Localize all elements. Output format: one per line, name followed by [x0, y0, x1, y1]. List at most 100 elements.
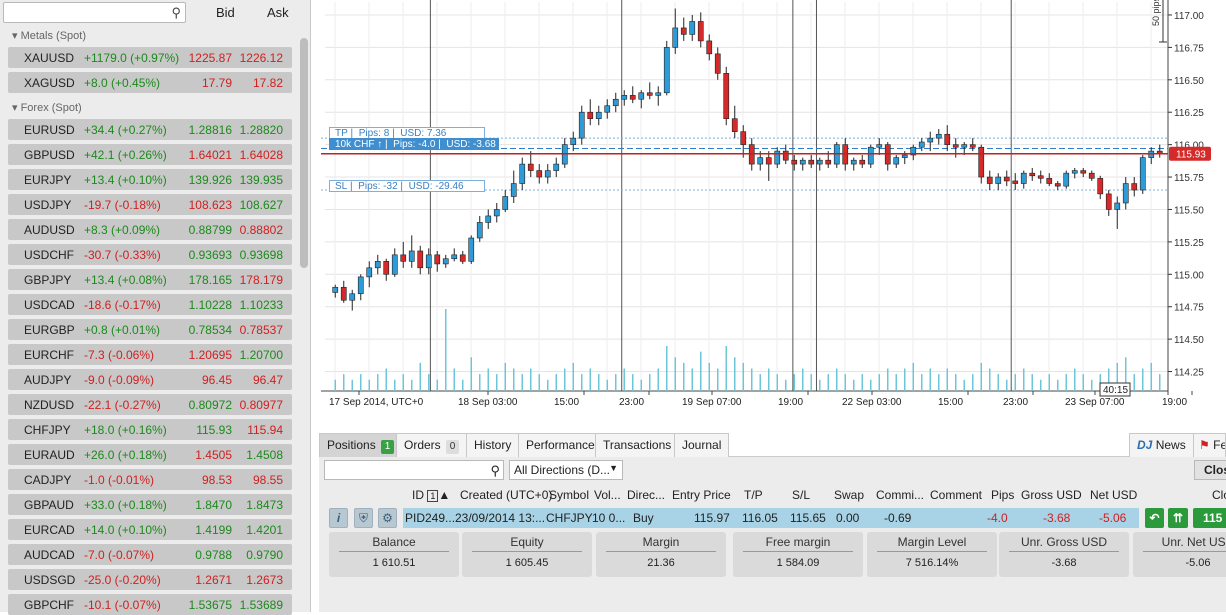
- instrument-ask[interactable]: 0.80977: [240, 398, 283, 412]
- instrument-row[interactable]: GBPJPY +13.4 (+0.08%) 178.165 178.179: [8, 269, 292, 290]
- instrument-ask[interactable]: 98.55: [253, 473, 283, 487]
- instrument-row[interactable]: EURGBP +0.8 (+0.01%) 0.78534 0.78537: [8, 319, 292, 340]
- instrument-row[interactable]: CADJPY -1.0 (-0.01%) 98.53 98.55: [8, 469, 292, 490]
- instrument-bid[interactable]: 98.53: [202, 473, 232, 487]
- instrument-bid[interactable]: 0.9788: [195, 548, 232, 562]
- instrument-bid[interactable]: 1.2671: [195, 573, 232, 587]
- tab-transactions[interactable]: Transactions: [595, 433, 680, 457]
- instrument-row[interactable]: AUDJPY -9.0 (-0.09%) 96.45 96.47: [8, 369, 292, 390]
- instrument-ask[interactable]: 1.2673: [246, 573, 283, 587]
- col-pips[interactable]: Pips: [991, 488, 1014, 502]
- instrument-bid[interactable]: 0.88799: [189, 223, 232, 237]
- col-symbol[interactable]: Symbol: [549, 488, 589, 502]
- tab-news[interactable]: DJ News: [1129, 433, 1194, 457]
- instrument-bid[interactable]: 1.53675: [189, 598, 232, 612]
- col-direction[interactable]: Direc...: [627, 488, 665, 502]
- modify-position-button[interactable]: ⇈: [1168, 508, 1188, 528]
- instrument-ask[interactable]: 108.627: [240, 198, 283, 212]
- instrument-bid[interactable]: 1.20695: [189, 348, 232, 362]
- group-header[interactable]: ▾ Metals (Spot): [12, 29, 86, 42]
- instrument-row[interactable]: EURUSD +34.4 (+0.27%) 1.28816 1.28820: [8, 119, 292, 140]
- instrument-bid[interactable]: 0.78534: [189, 323, 232, 337]
- instrument-bid[interactable]: 17.79: [202, 76, 232, 90]
- instrument-ask[interactable]: 1.8473: [246, 498, 283, 512]
- instrument-bid[interactable]: 139.926: [189, 173, 232, 187]
- instrument-bid[interactable]: 1225.87: [189, 51, 232, 65]
- instrument-bid[interactable]: 1.10228: [189, 298, 232, 312]
- col-entry-price[interactable]: Entry Price: [672, 488, 731, 502]
- scrollbar-thumb[interactable]: [300, 38, 308, 268]
- col-gross-usd[interactable]: Gross USD: [1021, 488, 1082, 502]
- instrument-ask[interactable]: 0.93698: [240, 248, 283, 262]
- col-volume[interactable]: Vol...: [594, 488, 621, 502]
- instrument-row[interactable]: CHFJPY +18.0 (+0.16%) 115.93 115.94: [8, 419, 292, 440]
- instrument-row[interactable]: GBPAUD +33.0 (+0.18%) 1.8470 1.8473: [8, 494, 292, 515]
- instrument-row[interactable]: USDSGD -25.0 (-0.20%) 1.2671 1.2673: [8, 569, 292, 590]
- close-position-button[interactable]: ↶: [1145, 508, 1164, 528]
- direction-filter-select[interactable]: All Directions (D... ▼: [509, 460, 623, 480]
- instrument-ask[interactable]: 1.10233: [240, 298, 283, 312]
- col-id[interactable]: ID 1 ▲: [412, 488, 450, 502]
- instrument-ask[interactable]: 178.179: [240, 273, 283, 287]
- instrument-row[interactable]: NZDUSD -22.1 (-0.27%) 0.80972 0.80977: [8, 394, 292, 415]
- positions-search-input[interactable]: ⚲: [324, 460, 504, 480]
- close-price-button[interactable]: 115: [1193, 508, 1226, 528]
- close-all-button[interactable]: Clos: [1194, 460, 1226, 480]
- instrument-row[interactable]: AUDUSD +8.3 (+0.09%) 0.88799 0.88802: [8, 219, 292, 240]
- stop-loss-order-box[interactable]: SL | Pips: -32 | USD: -29.46: [329, 180, 485, 192]
- shield-icon[interactable]: ⛨: [354, 508, 373, 528]
- instrument-ask[interactable]: 96.47: [253, 373, 283, 387]
- instrument-ask[interactable]: 1.4201: [246, 523, 283, 537]
- tab-positions[interactable]: Positions 1: [319, 433, 403, 457]
- instrument-ask[interactable]: 0.88802: [240, 223, 283, 237]
- tab-history[interactable]: History: [466, 433, 520, 457]
- col-net-usd[interactable]: Net USD: [1090, 488, 1137, 502]
- tab-journal[interactable]: Journal: [674, 433, 730, 457]
- col-swap[interactable]: Swap: [834, 488, 864, 502]
- instrument-search-input[interactable]: ⚲: [3, 2, 186, 23]
- group-header[interactable]: ▾ Forex (Spot): [12, 101, 82, 114]
- tab-performance[interactable]: Performance: [518, 433, 603, 457]
- table-row[interactable]: PID249... 23/09/2014 13:... CHFJPY 10 0.…: [403, 508, 1139, 528]
- instrument-row[interactable]: USDCAD -18.6 (-0.17%) 1.10228 1.10233: [8, 294, 292, 315]
- candlestick-chart-canvas[interactable]: 117.00116.75116.50116.25116.00115.75115.…: [321, 0, 1226, 410]
- instrument-ask[interactable]: 0.78537: [240, 323, 283, 337]
- instrument-bid[interactable]: 1.64021: [189, 148, 232, 162]
- col-sl[interactable]: S/L: [792, 488, 810, 502]
- instrument-row[interactable]: GBPUSD +42.1 (+0.26%) 1.64021 1.64028: [8, 144, 292, 165]
- instrument-row[interactable]: EURAUD +26.0 (+0.18%) 1.4505 1.4508: [8, 444, 292, 465]
- instrument-ask[interactable]: 1.4508: [246, 448, 283, 462]
- instrument-bid[interactable]: 0.93693: [189, 248, 232, 262]
- instrument-ask[interactable]: 115.94: [247, 423, 283, 437]
- instrument-row[interactable]: EURCHF -7.3 (-0.06%) 1.20695 1.20700: [8, 344, 292, 365]
- instrument-row[interactable]: XAUUSD +1179.0 (+0.97%) 1225.87 1226.12: [8, 47, 292, 68]
- instrument-bid[interactable]: 108.623: [189, 198, 232, 212]
- instrument-bid[interactable]: 178.165: [189, 273, 232, 287]
- col-created[interactable]: Created (UTC+0): [460, 488, 552, 502]
- position-entry-box[interactable]: 10k CHF ↑ | Pips: -4.0 | USD: -3.68: [329, 138, 499, 150]
- instrument-ask[interactable]: 17.82: [253, 76, 283, 90]
- instrument-bid[interactable]: 1.4505: [195, 448, 232, 462]
- gear-icon[interactable]: ⚙: [378, 508, 397, 528]
- instrument-ask[interactable]: 1.20700: [240, 348, 283, 362]
- instrument-ask[interactable]: 1.64028: [240, 148, 283, 162]
- instrument-bid[interactable]: 96.45: [202, 373, 232, 387]
- instrument-row[interactable]: EURJPY +13.4 (+0.10%) 139.926 139.935: [8, 169, 292, 190]
- instrument-ask[interactable]: 1.28820: [240, 123, 283, 137]
- info-icon[interactable]: i: [329, 508, 348, 528]
- instrument-ask[interactable]: 1.53689: [240, 598, 283, 612]
- col-close[interactable]: Clo: [1212, 488, 1226, 502]
- instrument-bid[interactable]: 1.28816: [189, 123, 232, 137]
- col-commission[interactable]: Commi...: [876, 488, 924, 502]
- instrument-ask[interactable]: 1226.12: [240, 51, 283, 65]
- instrument-row[interactable]: EURCAD +14.0 (+0.10%) 1.4199 1.4201: [8, 519, 292, 540]
- instrument-ask[interactable]: 0.9790: [246, 548, 283, 562]
- instrument-bid[interactable]: 1.8470: [195, 498, 232, 512]
- instrument-bid[interactable]: 115.93: [196, 423, 232, 437]
- col-tp[interactable]: T/P: [744, 488, 763, 502]
- instrument-bid[interactable]: 1.4199: [195, 523, 232, 537]
- instrument-row[interactable]: USDCHF -30.7 (-0.33%) 0.93693 0.93698: [8, 244, 292, 265]
- instrument-row[interactable]: XAGUSD +8.0 (+0.45%) 17.79 17.82: [8, 72, 292, 93]
- price-chart[interactable]: 117.00 116.75 116.50 116.25 116.00 115.75 115.…: [321, 0, 1226, 410]
- instrument-row[interactable]: AUDCAD -7.0 (-0.07%) 0.9788 0.9790: [8, 544, 292, 565]
